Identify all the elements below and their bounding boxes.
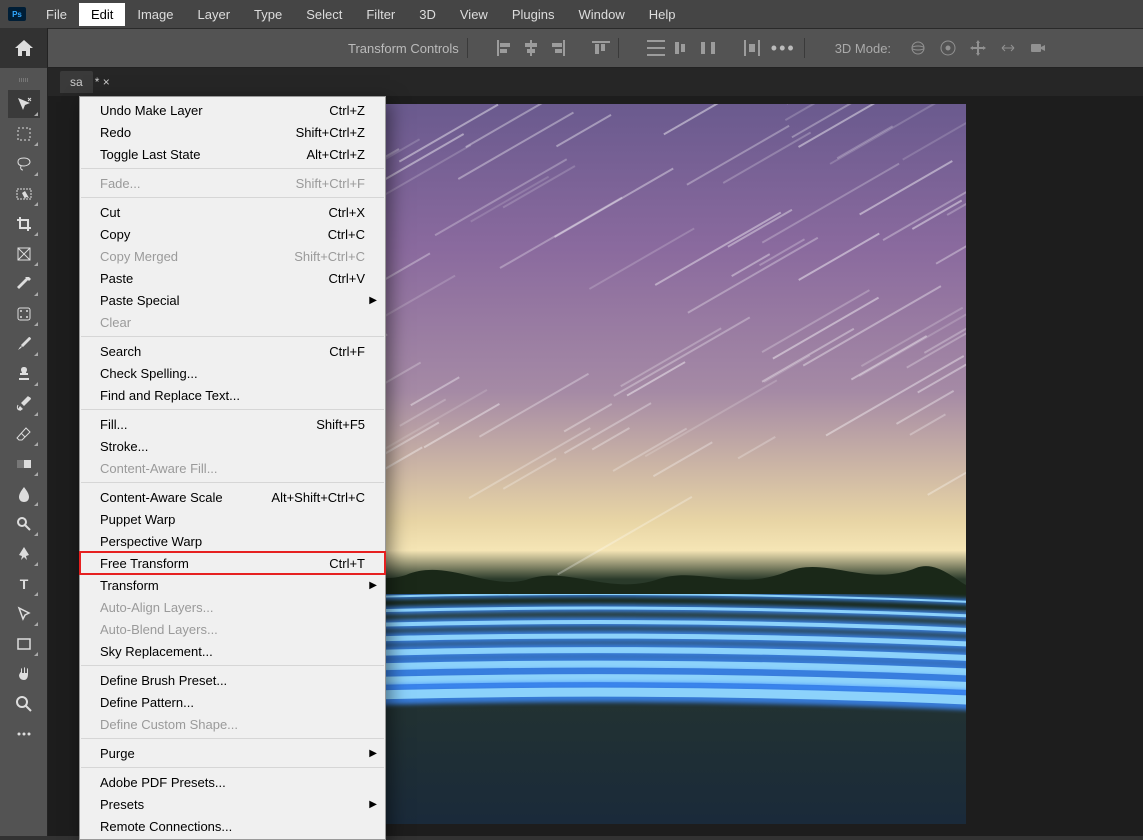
marquee-tool[interactable]	[8, 120, 40, 148]
menu-item-fill[interactable]: Fill...Shift+F5	[80, 413, 385, 435]
rectangle-tool[interactable]	[8, 630, 40, 658]
crop-tool[interactable]	[8, 210, 40, 238]
menu-view[interactable]: View	[448, 3, 500, 26]
move-tool[interactable]	[8, 90, 40, 118]
3d-pan-icon[interactable]	[969, 39, 987, 57]
healing-brush-tool[interactable]	[8, 300, 40, 328]
menu-item-search[interactable]: SearchCtrl+F	[80, 340, 385, 362]
3d-orbit-icon[interactable]	[909, 39, 927, 57]
menu-item-paste[interactable]: PasteCtrl+V	[80, 267, 385, 289]
menu-item-presets[interactable]: Presets▶	[80, 793, 385, 815]
align-top-icon[interactable]	[592, 40, 610, 56]
path-select-tool[interactable]	[8, 600, 40, 628]
align-center-h-icon[interactable]	[522, 40, 540, 56]
menu-item-check-spelling[interactable]: Check Spelling...	[80, 362, 385, 384]
menu-item-adobe-pdf-presets[interactable]: Adobe PDF Presets...	[80, 771, 385, 793]
menu-item-toggle-last-state[interactable]: Toggle Last StateAlt+Ctrl+Z	[80, 143, 385, 165]
menu-item-cut[interactable]: CutCtrl+X	[80, 201, 385, 223]
stamp-tool[interactable]	[8, 360, 40, 388]
menu-item-stroke[interactable]: Stroke...	[80, 435, 385, 457]
menu-item-fade: Fade...Shift+Ctrl+F	[80, 172, 385, 194]
frame-tool[interactable]	[8, 240, 40, 268]
menu-item-transform[interactable]: Transform▶	[80, 574, 385, 596]
menu-item-remote-connections[interactable]: Remote Connections...	[80, 815, 385, 837]
menu-file[interactable]: File	[34, 3, 79, 26]
menu-item-copy[interactable]: CopyCtrl+C	[80, 223, 385, 245]
type-tool[interactable]: T	[8, 570, 40, 598]
menu-item-purge[interactable]: Purge▶	[80, 742, 385, 764]
menu-item-content-aware-fill: Content-Aware Fill...	[80, 457, 385, 479]
object-select-tool[interactable]	[8, 180, 40, 208]
blur-tool[interactable]	[8, 480, 40, 508]
document-tab[interactable]: sa	[60, 71, 93, 93]
more-tool[interactable]	[8, 720, 40, 748]
menu-item-define-brush-preset[interactable]: Define Brush Preset...	[80, 669, 385, 691]
align-group-1	[496, 40, 610, 56]
options-bar: Transform Controls ••• 3D Mode:	[0, 28, 1143, 68]
home-icon	[14, 39, 34, 57]
zoom-tool[interactable]	[8, 690, 40, 718]
menu-item-copy-merged: Copy MergedShift+Ctrl+C	[80, 245, 385, 267]
menu-item-auto-align-layers: Auto-Align Layers...	[80, 596, 385, 618]
tab-suffix: * ×	[95, 75, 110, 89]
brush-tool[interactable]	[8, 330, 40, 358]
menu-item-perspective-warp[interactable]: Perspective Warp	[80, 530, 385, 552]
photoshop-logo: Ps	[8, 7, 26, 21]
tab-prefix: sa	[70, 75, 83, 89]
pen-tool[interactable]	[8, 540, 40, 568]
dodge-tool[interactable]	[8, 510, 40, 538]
lasso-tool[interactable]	[8, 150, 40, 178]
document-tab-bar: sa * ×	[48, 68, 1143, 96]
menu-select[interactable]: Select	[294, 3, 354, 26]
menu-item-clear: Clear	[80, 311, 385, 333]
more-options-button[interactable]: •••	[771, 38, 796, 59]
menu-layer[interactable]: Layer	[186, 3, 243, 26]
distribute-h-icon[interactable]	[699, 40, 717, 56]
menu-item-define-custom-shape: Define Custom Shape...	[80, 713, 385, 735]
menu-filter[interactable]: Filter	[354, 3, 407, 26]
distribute-group	[647, 40, 761, 56]
menubar: Ps FileEditImageLayerTypeSelectFilter3DV…	[0, 0, 1143, 28]
menu-type[interactable]: Type	[242, 3, 294, 26]
3d-camera-icon[interactable]	[1029, 39, 1047, 57]
eraser-tool[interactable]	[8, 420, 40, 448]
menu-item-auto-blend-layers: Auto-Blend Layers...	[80, 618, 385, 640]
panel-grip[interactable]	[14, 78, 34, 82]
gradient-tool[interactable]	[8, 450, 40, 478]
menu-edit[interactable]: Edit	[79, 3, 125, 26]
menu-item-paste-special[interactable]: Paste Special▶	[80, 289, 385, 311]
distribute-spacing-icon[interactable]	[743, 40, 761, 56]
edit-menu-dropdown: Undo Make LayerCtrl+ZRedoShift+Ctrl+ZTog…	[79, 96, 386, 840]
menu-plugins[interactable]: Plugins	[500, 3, 567, 26]
menu-item-undo-make-layer[interactable]: Undo Make LayerCtrl+Z	[80, 99, 385, 121]
home-button[interactable]	[0, 28, 48, 68]
menu-item-sky-replacement[interactable]: Sky Replacement...	[80, 640, 385, 662]
menu-item-free-transform[interactable]: Free TransformCtrl+T	[80, 552, 385, 574]
distribute-top-icon[interactable]	[647, 40, 665, 56]
menu-image[interactable]: Image	[125, 3, 185, 26]
history-brush-tool[interactable]	[8, 390, 40, 418]
hand-tool[interactable]	[8, 660, 40, 688]
align-left-icon[interactable]	[496, 40, 514, 56]
menu-help[interactable]: Help	[637, 3, 688, 26]
3d-rotate-icon[interactable]	[939, 39, 957, 57]
menu-item-redo[interactable]: RedoShift+Ctrl+Z	[80, 121, 385, 143]
menu-item-puppet-warp[interactable]: Puppet Warp	[80, 508, 385, 530]
tools-panel: T	[0, 68, 48, 836]
align-right-icon[interactable]	[548, 40, 566, 56]
eyedropper-tool[interactable]	[8, 270, 40, 298]
menu-item-content-aware-scale[interactable]: Content-Aware ScaleAlt+Shift+Ctrl+C	[80, 486, 385, 508]
menu-3d[interactable]: 3D	[407, 3, 448, 26]
transform-controls-label: Transform Controls	[348, 41, 459, 56]
menu-window[interactable]: Window	[566, 3, 636, 26]
3d-mode-label: 3D Mode:	[835, 41, 891, 56]
svg-text:T: T	[19, 576, 28, 592]
3d-slide-icon[interactable]	[999, 39, 1017, 57]
menu-item-find-and-replace-text[interactable]: Find and Replace Text...	[80, 384, 385, 406]
menu-item-define-pattern[interactable]: Define Pattern...	[80, 691, 385, 713]
distribute-v-icon[interactable]	[673, 40, 691, 56]
